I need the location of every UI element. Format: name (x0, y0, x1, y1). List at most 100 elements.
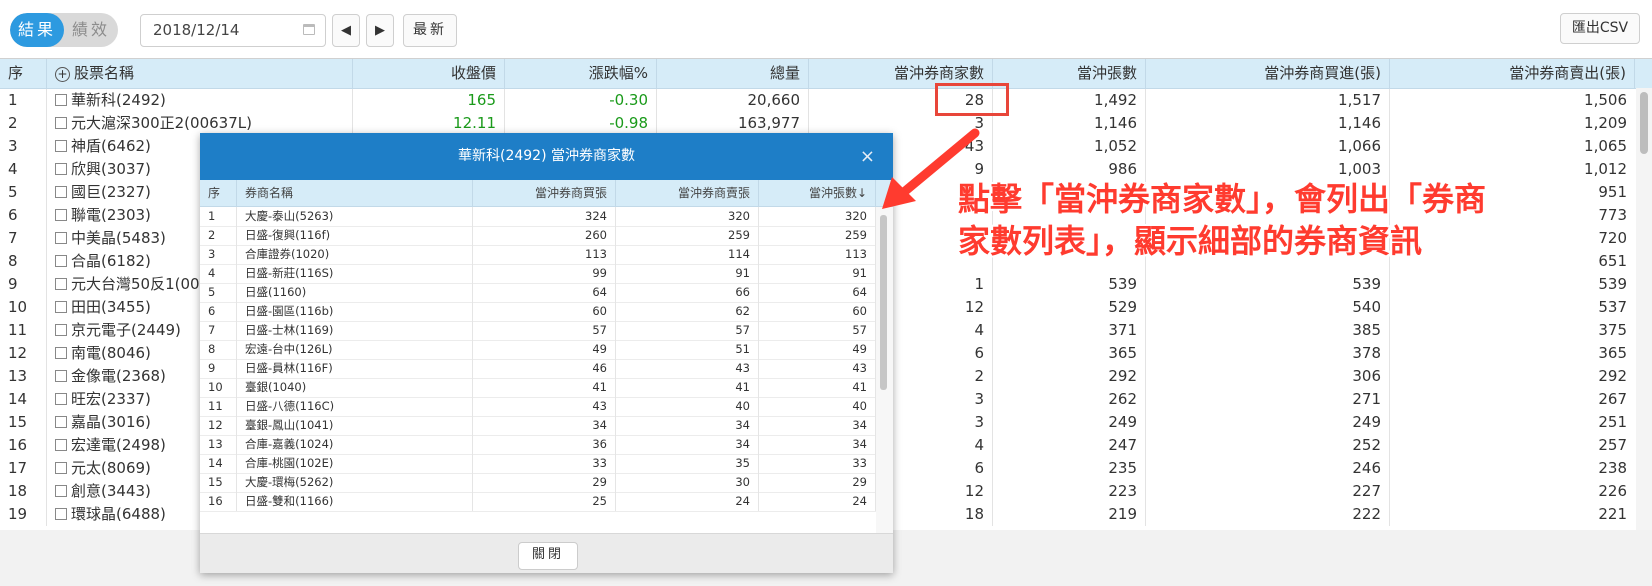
col-close[interactable]: 收盤價 (353, 59, 505, 88)
broker-row[interactable]: 8 宏遠-台中(126L) 49 51 49 (200, 340, 876, 360)
broker-row[interactable]: 1 大慶-泰山(5263) 324 320 320 (200, 207, 876, 227)
cell-sell: 292 (1598, 367, 1627, 385)
table-row[interactable]: 2 元大滬深300正2(00637L) 12.11 -0.98 163,977 3 1,14… (0, 112, 1635, 135)
broker-cell-sell: 34 (616, 416, 759, 435)
broker-row[interactable]: 15 大慶-環梅(5262) 29 30 29 (200, 473, 876, 493)
broker-cell-buy: 57 (473, 321, 616, 340)
cell-buy: 222 (1146, 503, 1390, 526)
toggle-result[interactable]: 結果 (10, 13, 64, 47)
row-checkbox[interactable] (55, 393, 67, 405)
col-lots[interactable]: 當沖張數 (993, 59, 1146, 88)
cell-seq: 17 (0, 457, 47, 480)
row-checkbox[interactable] (55, 347, 67, 359)
export-csv-button[interactable]: 匯出CSV (1560, 13, 1640, 44)
prev-date-button[interactable]: ◀ (332, 14, 360, 47)
stock-name: 國巨(2327) (71, 183, 151, 201)
grid-scrollbar[interactable] (1636, 88, 1652, 530)
cell-buy: 539 (1146, 273, 1390, 296)
broker-row[interactable]: 12 臺銀-鳳山(1041) 34 34 34 (200, 416, 876, 436)
broker-cell-broker: 臺銀-鳳山(1041) (237, 416, 473, 435)
broker-row[interactable]: 10 臺銀(1040) 41 41 41 (200, 378, 876, 398)
broker-cell-buy: 99 (473, 264, 616, 283)
broker-cell-broker: 日盛-雙和(1166) (237, 492, 473, 511)
broker-cell-broker: 大慶-泰山(5263) (237, 207, 473, 226)
row-checkbox[interactable] (55, 301, 67, 313)
broker-cell-seq: 8 (200, 340, 237, 359)
broker-row[interactable]: 7 日盛-士林(1169) 57 57 57 (200, 321, 876, 341)
cell-lots: 1,146 (993, 112, 1146, 135)
row-checkbox[interactable] (55, 186, 67, 198)
cell-buy: 249 (1146, 411, 1390, 434)
modal-scrollbar-thumb[interactable] (880, 215, 887, 390)
result-performance-toggle[interactable]: 結果 績效 (10, 13, 118, 47)
row-checkbox[interactable] (55, 117, 67, 129)
row-checkbox[interactable] (55, 508, 67, 520)
broker-row[interactable]: 4 日盛-新莊(116S) 99 91 91 (200, 264, 876, 284)
row-checkbox[interactable] (55, 370, 67, 382)
row-checkbox[interactable] (55, 324, 67, 336)
expand-all-icon[interactable]: + (55, 67, 70, 82)
mcol-lots[interactable]: 當沖張數↓ (759, 180, 876, 206)
grid-scrollbar-thumb[interactable] (1640, 92, 1648, 154)
refresh-button[interactable]: 最新 (403, 14, 457, 47)
mcol-sell[interactable]: 當沖券商賣張 (616, 180, 759, 206)
mcol-broker[interactable]: 券商名稱 (237, 180, 473, 206)
broker-cell-broker: 合庫-嘉義(1024) (237, 435, 473, 454)
row-checkbox[interactable] (55, 232, 67, 244)
broker-cell-buy: 33 (473, 454, 616, 473)
broker-row[interactable]: 6 日盛-園區(116b) 60 62 60 (200, 302, 876, 322)
calendar-icon[interactable] (303, 24, 315, 35)
col-sell[interactable]: 當沖券商賣出(張) (1390, 59, 1635, 88)
mcol-seq[interactable]: 序 (200, 180, 237, 206)
col-buy[interactable]: 當沖券商買進(張) (1146, 59, 1390, 88)
broker-cell-seq: 11 (200, 397, 237, 416)
broker-row[interactable]: 3 合庫證券(1020) 113 114 113 (200, 245, 876, 265)
broker-cell-sell: 66 (616, 283, 759, 302)
broker-row[interactable]: 2 日盛-復興(116f) 260 259 259 (200, 226, 876, 246)
row-checkbox[interactable] (55, 255, 67, 267)
broker-cell-sell: 41 (616, 378, 759, 397)
cell-seq: 2 (0, 112, 47, 135)
row-checkbox[interactable] (55, 163, 67, 175)
cell-sell: 365 (1598, 344, 1627, 362)
broker-cell-broker: 日盛(1160) (237, 283, 473, 302)
row-checkbox[interactable] (55, 416, 67, 428)
broker-row[interactable]: 14 合庫-桃園(102E) 33 35 33 (200, 454, 876, 474)
modal-header: 華新科(2492) 當沖券商家數 × (200, 133, 893, 180)
next-date-button[interactable]: ▶ (366, 14, 394, 47)
broker-row[interactable]: 16 日盛-雙和(1166) 25 24 24 (200, 492, 876, 512)
cell-buy: 1,146 (1146, 112, 1390, 135)
col-change[interactable]: 漲跌幅% (505, 59, 657, 88)
row-checkbox[interactable] (55, 485, 67, 497)
row-checkbox[interactable] (55, 140, 67, 152)
table-row[interactable]: 1 華新科(2492) 165 -0.30 20,660 28 1,492 1,517 1,50… (0, 89, 1635, 112)
cell-sell: 221 (1598, 505, 1627, 523)
row-checkbox[interactable] (55, 94, 67, 106)
broker-cell-seq: 15 (200, 473, 237, 492)
broker-row[interactable]: 9 日盛-員林(116F) 46 43 43 (200, 359, 876, 379)
stock-name: 中美晶(5483) (71, 229, 166, 247)
row-checkbox[interactable] (55, 209, 67, 221)
broker-cell-sell: 35 (616, 454, 759, 473)
col-volume[interactable]: 總量 (657, 59, 809, 88)
broker-cell-broker: 日盛-園區(116b) (237, 302, 473, 321)
close-icon[interactable]: × (860, 133, 875, 180)
broker-cell-buy: 36 (473, 435, 616, 454)
toggle-performance[interactable]: 績效 (64, 13, 118, 47)
col-name[interactable]: + 股票名稱 (47, 59, 353, 88)
broker-row[interactable]: 5 日盛(1160) 64 66 64 (200, 283, 876, 303)
modal-close-button[interactable]: 關閉 (518, 542, 578, 570)
broker-row[interactable]: 13 合庫-嘉義(1024) 36 34 34 (200, 435, 876, 455)
col-seq[interactable]: 序 (0, 59, 47, 88)
broker-cell-sell: 259 (616, 226, 759, 245)
row-checkbox[interactable] (55, 462, 67, 474)
date-input[interactable]: 2018/12/14 (140, 14, 326, 47)
broker-row[interactable]: 11 日盛-八德(116C) 43 40 40 (200, 397, 876, 417)
mcol-buy[interactable]: 當沖券商買張 (473, 180, 616, 206)
row-checkbox[interactable] (55, 278, 67, 290)
modal-title: 華新科(2492) 當沖券商家數 (457, 148, 635, 164)
row-checkbox[interactable] (55, 439, 67, 451)
cell-lots: 219 (993, 503, 1146, 526)
stock-name: 華新科(2492) (71, 91, 166, 109)
stock-name: 宏達電(2498) (71, 436, 166, 454)
